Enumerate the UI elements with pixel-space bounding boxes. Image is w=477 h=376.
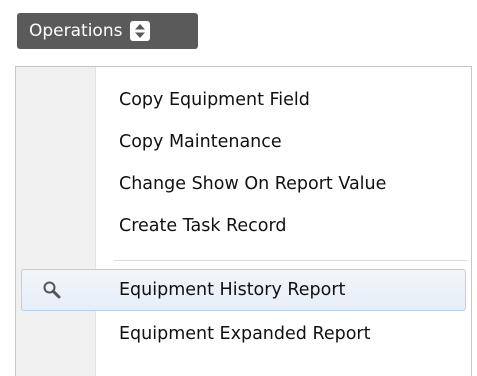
menu-item-label: Equipment Expanded Report [119, 324, 371, 344]
menu-item-label: Change Show On Report Value [119, 174, 387, 194]
operations-dropdown-button[interactable]: Operations [17, 13, 198, 49]
menu-separator [114, 260, 467, 262]
up-down-arrows-icon [130, 21, 151, 41]
menu-item-label: Copy Maintenance [119, 132, 282, 152]
menu-item-change-show-on-report-value[interactable]: Change Show On Report Value [16, 163, 471, 205]
operations-menu: Copy Equipment Field Copy Maintenance Ch… [15, 66, 472, 376]
menu-item-create-task-record[interactable]: Create Task Record [16, 205, 471, 247]
menu-item-label: Equipment History Report [119, 280, 346, 300]
menu-item-copy-maintenance[interactable]: Copy Maintenance [16, 121, 471, 163]
menu-item-equipment-history-report[interactable]: Equipment History Report [21, 269, 466, 311]
search-icon [42, 280, 62, 300]
menu-item-label: Create Task Record [119, 216, 287, 236]
menu-item-equipment-expanded-report[interactable]: Equipment Expanded Report [16, 313, 471, 355]
menu-item-label: Copy Equipment Field [119, 90, 310, 110]
menu-item-copy-equipment-field[interactable]: Copy Equipment Field [16, 79, 471, 121]
operations-label: Operations [29, 21, 123, 41]
